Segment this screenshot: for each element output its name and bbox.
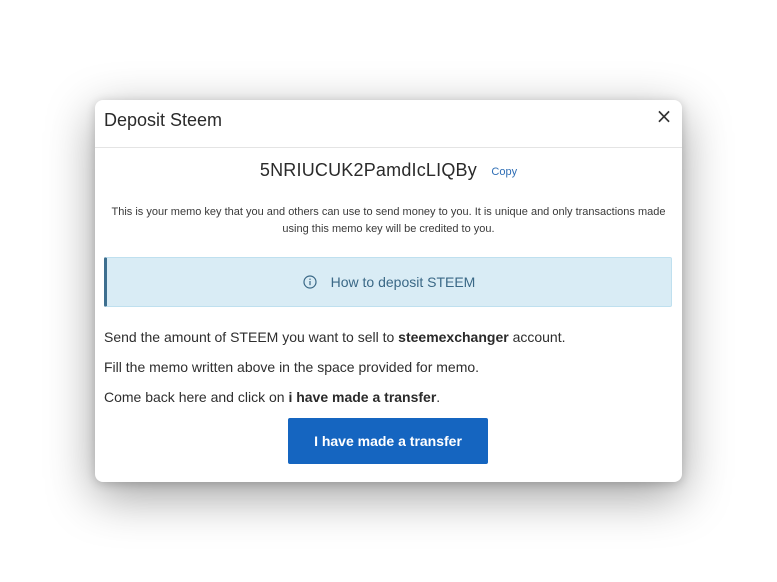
step3-text-pre: Come back here and click on (104, 389, 289, 405)
how-to-deposit-label: How to deposit STEEM (330, 274, 476, 290)
how-to-deposit-panel[interactable]: How to deposit STEEM (104, 257, 672, 307)
copy-link[interactable]: Copy (491, 166, 517, 178)
instruction-step-1: Send the amount of STEEM you want to sel… (104, 328, 566, 346)
modal-header: Deposit Steem × (95, 100, 682, 148)
step1-text-post: account. (508, 329, 566, 345)
instruction-step-3: Come back here and click on i have made … (104, 388, 440, 406)
step3-action-name: i have made a transfer (288, 389, 437, 405)
account-name: steemexchanger (398, 329, 509, 345)
step1-text-pre: Send the amount of STEEM you want to sel… (104, 329, 399, 345)
page-backdrop: Deposit Steem × 5NRIUCUK2PamdIcLIQBy Cop… (0, 0, 777, 582)
instruction-step-2: Fill the memo written above in the space… (104, 359, 480, 375)
memo-key-row: 5NRIUCUK2PamdIcLIQBy Copy (95, 160, 682, 181)
step3-text-post: . (436, 389, 441, 405)
modal-title: Deposit Steem (104, 110, 223, 130)
memo-description: This is your memo key that you and other… (111, 206, 666, 235)
close-button[interactable]: × (655, 106, 673, 126)
memo-key: 5NRIUCUK2PamdIcLIQBy (259, 160, 477, 180)
deposit-modal: Deposit Steem × 5NRIUCUK2PamdIcLIQBy Cop… (95, 100, 682, 482)
info-circle-icon (303, 275, 317, 289)
made-transfer-button[interactable]: I have made a transfer (288, 418, 488, 464)
